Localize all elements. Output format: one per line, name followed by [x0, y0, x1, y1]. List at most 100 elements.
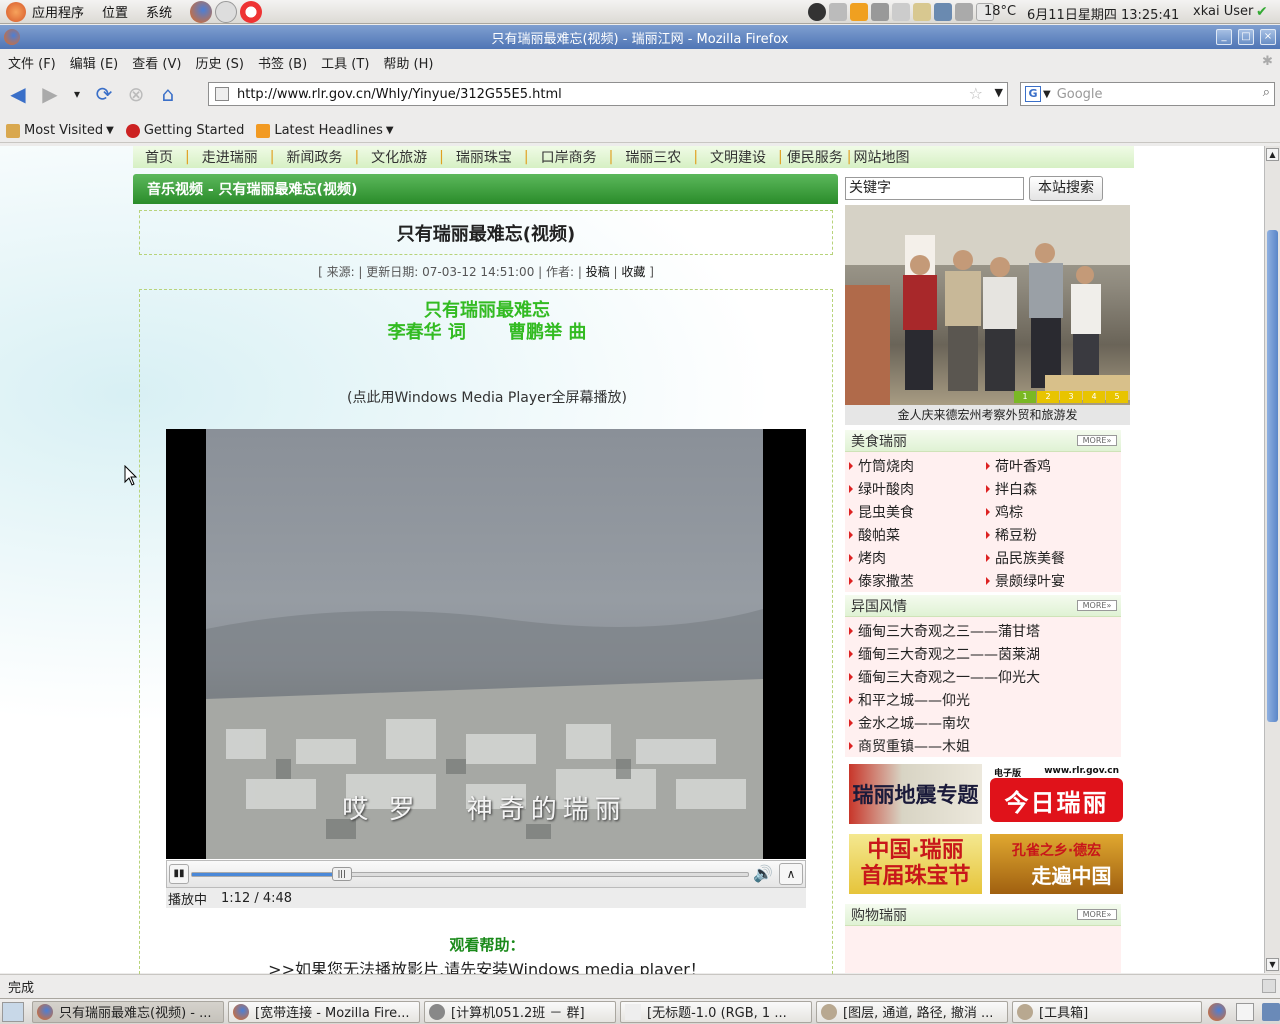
food-item[interactable]: 景颇绿叶宴: [986, 571, 1065, 591]
earthquake-special-banner[interactable]: 瑞丽地震专题: [849, 764, 982, 824]
bookmark-latest-headlines[interactable]: Latest Headlines ▼: [256, 123, 394, 138]
reload-icon[interactable]: ⟳: [90, 80, 118, 108]
food-item[interactable]: 拌白森: [986, 479, 1037, 499]
trash-icon[interactable]: [1262, 1002, 1280, 1021]
ubuntu-logo-icon[interactable]: [6, 1, 26, 22]
foreign-item[interactable]: 和平之城——仰光: [849, 690, 970, 710]
seek-handle[interactable]: |||: [331, 867, 352, 881]
printer2-tray-icon[interactable]: [892, 3, 910, 21]
jewelry-festival-banner[interactable]: 中国·瑞丽 首届珠宝节: [849, 834, 982, 894]
qq-tray-icon[interactable]: [808, 3, 826, 21]
food-item[interactable]: 稀豆粉: [986, 525, 1037, 545]
clock[interactable]: 6月11日星期四 13:25:41: [1027, 4, 1179, 23]
search-bar[interactable]: G ▼ Google ⌕: [1020, 82, 1275, 106]
foreign-more-link[interactable]: MORE»: [1077, 600, 1117, 611]
scroll-up-icon[interactable]: ▲: [1266, 148, 1279, 161]
food-item[interactable]: 傣家撒苤: [849, 571, 914, 591]
menu-view[interactable]: 查看 (V): [132, 53, 181, 72]
food-item[interactable]: 竹筒烧肉: [849, 456, 914, 476]
update-tray-icon[interactable]: [850, 3, 868, 21]
site-nav-sitemap[interactable]: 网站地图: [851, 147, 911, 167]
expand-controls-button[interactable]: ∧: [779, 863, 803, 885]
site-nav-commerce[interactable]: 口岸商务: [529, 147, 609, 167]
firefox-window-icon[interactable]: [4, 29, 20, 45]
site-identity-icon[interactable]: [215, 87, 229, 101]
taskbar-item-gimp-toolbox[interactable]: [工具箱]: [1012, 1000, 1202, 1023]
submit-link[interactable]: 投稿: [586, 265, 610, 279]
workspace-switcher-icon[interactable]: [1236, 1002, 1254, 1021]
seek-bar[interactable]: [191, 872, 749, 877]
foreign-item[interactable]: 缅甸三大奇观之一——仰光大: [849, 667, 1040, 687]
foreign-item[interactable]: 商贸重镇——木姐: [849, 736, 970, 756]
network-tray-icon[interactable]: [934, 3, 952, 21]
back-icon[interactable]: ◀: [4, 80, 32, 108]
search-input[interactable]: Google: [1057, 87, 1103, 102]
today-ruili-banner[interactable]: 电子版 www.rlr.gov.cn 今日瑞丽: [990, 764, 1123, 824]
scroll-thumb[interactable]: [1267, 230, 1278, 722]
page-scrollbar[interactable]: ▲ ▼: [1264, 146, 1280, 973]
minimize-button[interactable]: _: [1216, 29, 1232, 45]
search-engine-icon[interactable]: G: [1025, 86, 1041, 102]
menu-help[interactable]: 帮助 (H): [383, 53, 433, 72]
slide-2-button[interactable]: 2: [1037, 391, 1059, 403]
user-menu[interactable]: xkai User: [1193, 4, 1253, 19]
volume-control-icon[interactable]: 🔊: [753, 864, 773, 883]
video-player[interactable]: 哎 罗 神奇的瑞丽: [166, 429, 806, 859]
photo-caption[interactable]: 金人庆来德宏州考察外贸和旅游发: [845, 405, 1130, 425]
food-item[interactable]: 鸡棕: [986, 502, 1023, 522]
peacock-hometown-banner[interactable]: 孔雀之乡·德宏 走遍中国: [990, 834, 1123, 894]
news-photo[interactable]: 1 2 3 4 5: [845, 205, 1130, 405]
site-nav-home[interactable]: 首页: [133, 147, 185, 167]
taskbar-item-gimp-layers[interactable]: [图层, 通道, 路径, 撤消 ...: [816, 1000, 1008, 1023]
search-engine-dropdown-icon[interactable]: ▼: [1043, 89, 1051, 100]
slide-4-button[interactable]: 4: [1083, 391, 1105, 403]
firefox-launcher-icon[interactable]: [190, 0, 213, 23]
drive-tray-icon[interactable]: [871, 3, 889, 21]
window-titlebar[interactable]: 只有瑞丽最难忘(视频) - 瑞丽江网 - Mozilla Firefox _ □…: [0, 25, 1280, 49]
taskbar-item-firefox-video[interactable]: 只有瑞丽最难忘(视频) - ...: [32, 1000, 224, 1023]
firefox-tray-icon[interactable]: [1208, 1002, 1226, 1021]
home-icon[interactable]: ⌂: [154, 80, 182, 108]
stop-icon[interactable]: ⊗: [122, 80, 150, 108]
maximize-button[interactable]: □: [1238, 29, 1254, 45]
search-icon[interactable]: ⌕: [1263, 85, 1270, 100]
url-bar[interactable]: http://www.rlr.gov.cn/Whly/Yinyue/312G55…: [208, 82, 1008, 106]
bookmark-star-icon[interactable]: ☆: [969, 84, 983, 103]
food-item[interactable]: 酸帕菜: [849, 525, 900, 545]
slide-1-button[interactable]: 1: [1014, 391, 1036, 403]
close-button[interactable]: ×: [1260, 29, 1276, 45]
volume-icon[interactable]: [955, 3, 973, 21]
foreign-item[interactable]: 缅甸三大奇观之三——蒲甘塔: [849, 621, 1040, 641]
food-item[interactable]: 绿叶酸肉: [849, 479, 914, 499]
food-item[interactable]: 荷叶香鸡: [986, 456, 1051, 476]
site-nav-news[interactable]: 新闻政务: [274, 147, 354, 167]
site-nav-culture[interactable]: 文化旅游: [359, 147, 439, 167]
food-item[interactable]: 品民族美餐: [986, 548, 1065, 568]
help-launcher-icon[interactable]: [240, 0, 263, 23]
taskbar-item-gimp-image[interactable]: [无标题-1.0 (RGB, 1 ...: [620, 1000, 812, 1023]
menu-file[interactable]: 文件 (F): [8, 53, 56, 72]
menu-tools[interactable]: 工具 (T): [321, 53, 369, 72]
system-menu[interactable]: 系统: [146, 2, 172, 21]
history-dropdown-icon[interactable]: ▾: [68, 80, 86, 108]
menu-edit[interactable]: 编辑 (E): [70, 53, 119, 72]
menu-history[interactable]: 历史 (S): [195, 53, 244, 72]
site-nav-services[interactable]: 便民服务: [783, 147, 847, 167]
pause-icon[interactable]: ▮▮: [169, 864, 189, 884]
user-status-icon[interactable]: ✔: [1256, 4, 1268, 20]
bookmark-getting-started[interactable]: Getting Started: [125, 123, 244, 138]
video-frame[interactable]: 哎 罗 神奇的瑞丽: [206, 429, 763, 859]
taskbar-item-firefox-broadband[interactable]: [宽带连接 - Mozilla Fire...: [228, 1000, 420, 1023]
url-text[interactable]: http://www.rlr.gov.cn/Whly/Yinyue/312G55…: [237, 87, 562, 102]
site-nav-agriculture[interactable]: 瑞丽三农: [613, 147, 693, 167]
show-desktop-icon[interactable]: [2, 1001, 24, 1022]
taskbar-item-qq-group[interactable]: [计算机051.2班 － 群]: [424, 1000, 616, 1023]
fullscreen-link[interactable]: (点此用Windows Media Player全屏幕播放): [140, 387, 834, 407]
food-item[interactable]: 昆虫美食: [849, 502, 914, 522]
bookmark-most-visited[interactable]: Most Visited ▼: [6, 123, 114, 138]
printer-tray-icon[interactable]: [829, 3, 847, 21]
site-nav-about[interactable]: 走进瑞丽: [190, 147, 270, 167]
sidebar-search-input[interactable]: 关键字: [845, 177, 1024, 200]
url-dropdown-icon[interactable]: ▼: [995, 86, 1003, 99]
food-item[interactable]: 烤肉: [849, 548, 886, 568]
